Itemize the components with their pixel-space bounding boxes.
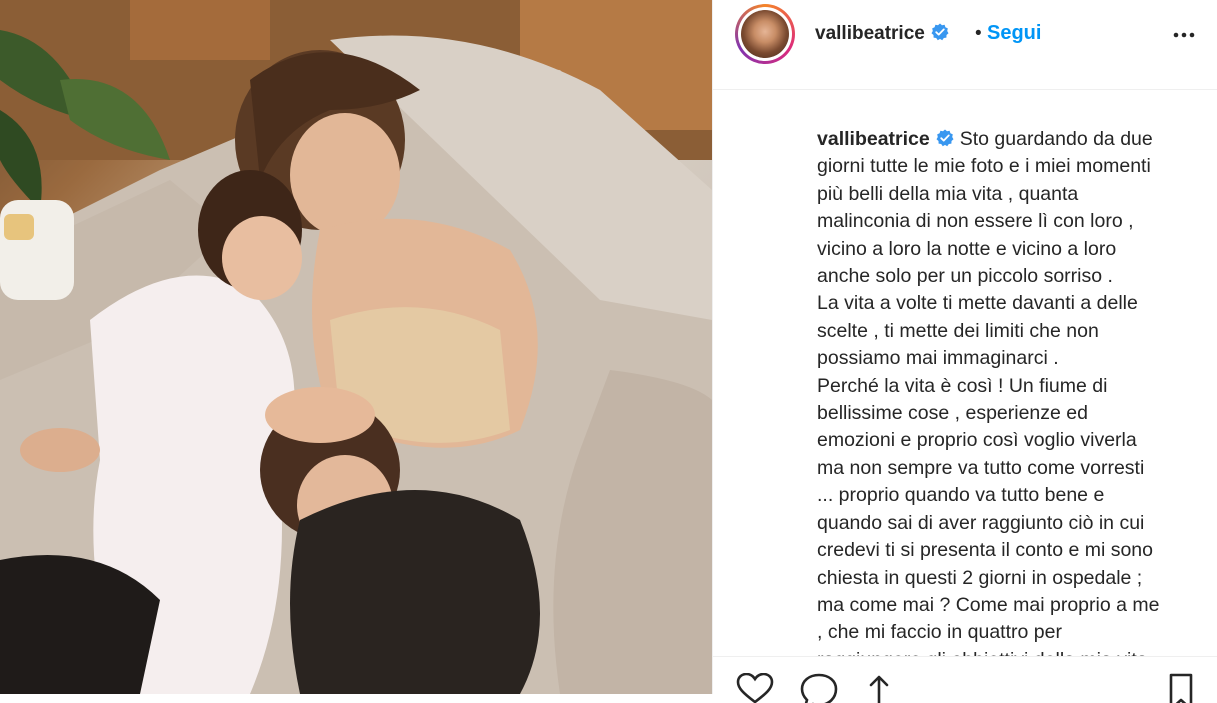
share-icon[interactable] — [859, 673, 899, 703]
caption-line: giorni tutte le mie foto e i miei moment… — [817, 155, 1151, 178]
follow-button[interactable]: Segui — [987, 22, 1041, 45]
caption-line: credevi ti si presenta il conto e mi son… — [817, 539, 1153, 562]
comment-icon[interactable] — [799, 673, 839, 703]
caption-username[interactable]: vallibeatrice — [817, 128, 930, 150]
caption-line: La vita a volte ti mette davanti a delle — [817, 292, 1138, 315]
caption-line: chiesta in questi 2 giorni in ospedale ; — [817, 566, 1143, 589]
caption-first-line: vallibeatrice Sto guardando da due — [817, 126, 1209, 153]
avatar[interactable] — [735, 4, 795, 64]
caption-line: ma come mai ? Come mai proprio a me — [817, 593, 1160, 616]
username-link[interactable]: vallibeatrice — [815, 23, 949, 45]
caption-line: emozioni e proprio così voglio viverla — [817, 429, 1137, 452]
caption-line: più belli della mia vita , quanta — [817, 182, 1079, 205]
separator-dot: • — [975, 23, 982, 44]
post-caption: vallibeatrice Sto guardando da due giorn… — [817, 126, 1209, 656]
bookmark-icon[interactable] — [1161, 673, 1201, 703]
caption-line: Sto guardando da due — [959, 128, 1153, 150]
post-header: vallibeatrice • Segui — [713, 0, 1217, 90]
action-bar — [713, 656, 1217, 703]
caption-line: ma non sempre va tutto come vorresti — [817, 456, 1145, 479]
caption-line: Perché la vita è così ! Un fiume di — [817, 374, 1108, 397]
caption-line: malinconia di non essere lì con loro , — [817, 210, 1134, 233]
caption-line: bellissime cose , esperienze ed — [817, 402, 1088, 425]
photo-illustration — [0, 0, 712, 694]
avatar-image — [741, 10, 789, 58]
caption-line: ... proprio quando va tutto bene e — [817, 484, 1105, 507]
username-text: vallibeatrice — [815, 23, 925, 44]
caption-line: anche solo per un piccolo sorriso . — [817, 265, 1113, 288]
more-options-icon[interactable] — [1171, 25, 1197, 45]
heart-icon[interactable] — [735, 673, 775, 703]
caption-line: raggiungere gli obbiettivi della mia vit… — [817, 647, 1209, 656]
caption-line: , che mi faccio in quattro per — [817, 621, 1062, 644]
caption-line: quando sai di aver raggiunto ciò in cui — [817, 511, 1145, 534]
avatar-ring-gap — [738, 7, 792, 61]
verified-badge-icon — [936, 129, 954, 147]
caption-line: scelte , ti mette dei limiti che non — [817, 319, 1099, 342]
caption-line: possiamo mai immaginarci . — [817, 347, 1059, 370]
verified-badge-icon — [931, 23, 949, 41]
post-photo[interactable] — [0, 0, 712, 694]
caption-line: vicino a loro la notte e vicino a loro — [817, 237, 1117, 260]
post-side-panel: vallibeatrice • Segui vallibeatrice Sto … — [712, 0, 1217, 703]
